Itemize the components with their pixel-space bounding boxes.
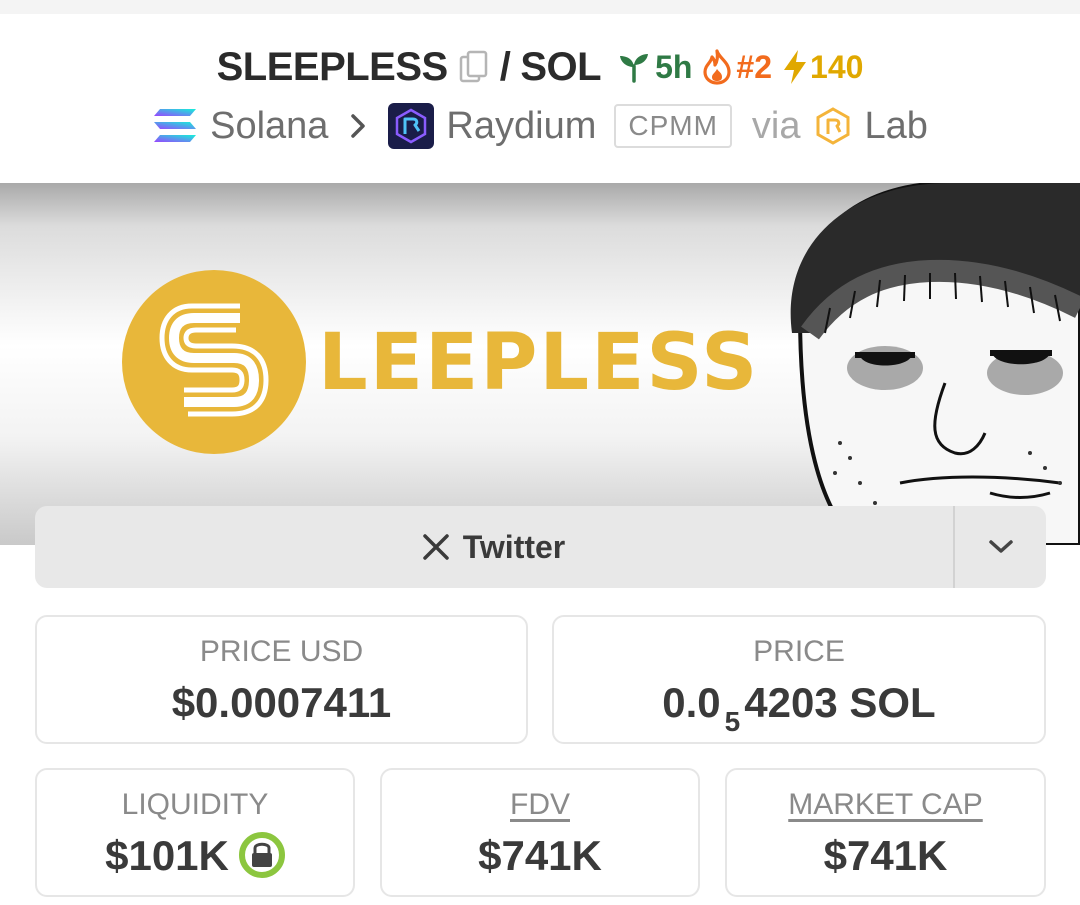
market-cap-label[interactable]: MARKET CAP [727, 788, 1044, 822]
fdv-value: $741K [478, 832, 602, 879]
liquidity-card: LIQUIDITY $101K [35, 768, 355, 897]
pair-separator: / [499, 44, 511, 89]
fdv-label[interactable]: FDV [382, 788, 698, 822]
market-cap-card: MARKET CAP $741K [725, 768, 1046, 897]
price-native-card: PRICE 0.0 54203 SOL [552, 615, 1046, 744]
solana-icon [154, 109, 197, 142]
token-banner: S LEEPLESS [0, 183, 1080, 545]
pool-type-badge: CPMM [614, 104, 732, 148]
liquidity-value: $101K [105, 832, 229, 879]
pair-age-badge: 5h [617, 49, 692, 86]
price-native-value: 0.0 54203 SOL [554, 679, 1044, 737]
token-logo: S [122, 270, 306, 454]
price-usd-value: $0.0007411 [171, 679, 392, 726]
title-row: SLEEPLESS / SOL 5h #2 140 [0, 42, 1080, 92]
trending-rank: #2 [736, 48, 773, 85]
copy-icon[interactable] [458, 49, 490, 85]
liquidity-value-row: $101K [37, 831, 353, 882]
banner-character-image [790, 183, 1080, 545]
chevron-right-icon [351, 114, 366, 138]
raydium-icon [388, 103, 435, 149]
flame-icon [703, 49, 732, 85]
price-usd-label: PRICE USD [199, 635, 364, 668]
boost-count: 140 [810, 48, 864, 85]
lightning-icon [784, 50, 807, 84]
chain-breadcrumb: Solana Raydium CPMM via Lab [0, 100, 1080, 152]
price-native-zero-count: 5 [724, 706, 741, 737]
price-native-label: PRICE [753, 635, 845, 668]
seedling-icon [620, 54, 649, 83]
pair-header: SLEEPLESS / SOL 5h #2 140 Solana Raydium… [0, 14, 1080, 184]
socials-bar: Twitter [35, 506, 1046, 588]
dex-name[interactable]: Raydium [446, 105, 596, 148]
top-strip [0, 0, 1080, 14]
twitter-label: Twitter [462, 528, 566, 565]
pair-age: 5h [655, 48, 693, 85]
token-logo-letter: S [122, 270, 123, 271]
chain-name[interactable]: Solana [210, 105, 328, 148]
raydium-lab-icon [816, 107, 849, 145]
price-usd-card: PRICE USD $0.0007411 [35, 615, 528, 744]
trending-badge[interactable]: #2 [702, 49, 772, 86]
base-token-symbol: SLEEPLESS [216, 44, 449, 89]
twitter-button[interactable]: Twitter [35, 506, 953, 588]
price-native-prefix: 0.0 [662, 679, 721, 726]
price-native-digits: 4203 SOL [744, 679, 936, 726]
market-cap-value: $741K [823, 832, 948, 879]
more-socials-button[interactable] [955, 506, 1046, 588]
via-label: via [751, 104, 801, 147]
fdv-card: FDV $741K [380, 768, 700, 897]
launchpad-name[interactable]: Lab [865, 105, 928, 148]
boost-badge[interactable]: 140 [782, 49, 863, 86]
chevron-down-icon [988, 540, 1013, 553]
x-icon [422, 534, 449, 560]
lock-icon[interactable] [238, 831, 285, 878]
quote-token-symbol: SOL [520, 44, 602, 89]
banner-wordmark: LEEPLESS [318, 318, 760, 408]
liquidity-label: LIQUIDITY [121, 788, 269, 821]
